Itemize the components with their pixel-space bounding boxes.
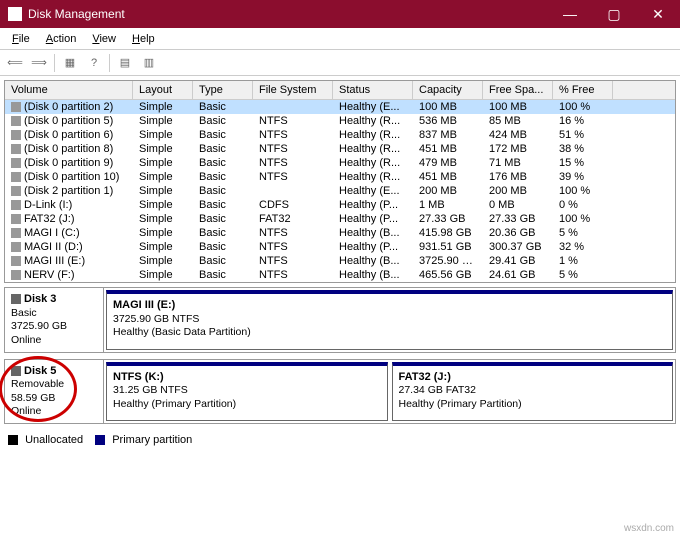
- volume-icon: [11, 242, 21, 252]
- disk-partitions: MAGI III (E:)3725.90 GB NTFSHealthy (Bas…: [104, 287, 676, 353]
- table-row[interactable]: (Disk 0 partition 6)SimpleBasicNTFSHealt…: [5, 128, 675, 142]
- volume-icon: [11, 144, 21, 154]
- menu-action[interactable]: Action: [38, 33, 85, 45]
- legend-primary-label: Primary partition: [112, 434, 192, 446]
- minimize-button[interactable]: —: [548, 0, 592, 28]
- volume-list: Volume Layout Type File System Status Ca…: [4, 80, 676, 283]
- table-row[interactable]: MAGI I (C:)SimpleBasicNTFSHealthy (B...4…: [5, 226, 675, 240]
- col-percent-free[interactable]: % Free: [553, 81, 613, 99]
- window-title: Disk Management: [28, 7, 125, 21]
- disk-icon: [11, 366, 21, 376]
- col-capacity[interactable]: Capacity: [413, 81, 483, 99]
- col-filesystem[interactable]: File System: [253, 81, 333, 99]
- volume-icon: [11, 172, 21, 182]
- col-type[interactable]: Type: [193, 81, 253, 99]
- view-bottom-button[interactable]: ▥: [138, 52, 160, 74]
- menubar: File Action View Help: [0, 28, 680, 50]
- legend-primary: Primary partition: [95, 434, 192, 446]
- maximize-button[interactable]: ▢: [592, 0, 636, 28]
- menu-file[interactable]: File: [4, 33, 38, 45]
- menu-view[interactable]: View: [84, 33, 124, 45]
- table-row[interactable]: (Disk 0 partition 8)SimpleBasicNTFSHealt…: [5, 142, 675, 156]
- titlebar: Disk Management — ▢ ✕: [0, 0, 680, 28]
- legend: Unallocated Primary partition: [4, 430, 676, 450]
- table-row[interactable]: NERV (F:)SimpleBasicNTFSHealthy (B...465…: [5, 268, 675, 282]
- toolbar: ⟸ ⟹ ▦ ? ▤ ▥: [0, 50, 680, 76]
- table-row[interactable]: MAGI II (D:)SimpleBasicNTFSHealthy (P...…: [5, 240, 675, 254]
- table-row[interactable]: (Disk 0 partition 10)SimpleBasicNTFSHeal…: [5, 170, 675, 184]
- disk-label[interactable]: Disk 5Removable58.59 GBOnline: [4, 359, 104, 425]
- close-button[interactable]: ✕: [636, 0, 680, 28]
- volume-icon: [11, 200, 21, 210]
- volume-icon: [11, 228, 21, 238]
- partition[interactable]: MAGI III (E:)3725.90 GB NTFSHealthy (Bas…: [106, 290, 673, 350]
- col-status[interactable]: Status: [333, 81, 413, 99]
- legend-unallocated-label: Unallocated: [25, 434, 83, 446]
- watermark: wsxdn.com: [624, 523, 674, 534]
- app-icon: [8, 7, 22, 21]
- table-row[interactable]: (Disk 0 partition 5)SimpleBasicNTFSHealt…: [5, 114, 675, 128]
- unallocated-swatch: [8, 435, 18, 445]
- legend-unallocated: Unallocated: [8, 434, 83, 446]
- partition[interactable]: NTFS (K:)31.25 GB NTFSHealthy (Primary P…: [106, 362, 388, 422]
- col-layout[interactable]: Layout: [133, 81, 193, 99]
- refresh-button[interactable]: ▦: [59, 52, 81, 74]
- col-volume[interactable]: Volume: [5, 81, 133, 99]
- partition[interactable]: FAT32 (J:)27.34 GB FAT32Healthy (Primary…: [392, 362, 674, 422]
- primary-partition-swatch: [95, 435, 105, 445]
- volume-icon: [11, 158, 21, 168]
- table-header: Volume Layout Type File System Status Ca…: [5, 81, 675, 100]
- disk-row: Disk 5Removable58.59 GBOnlineNTFS (K:)31…: [4, 359, 676, 425]
- volume-icon: [11, 130, 21, 140]
- disk-label[interactable]: Disk 3Basic3725.90 GBOnline: [4, 287, 104, 353]
- menu-help[interactable]: Help: [124, 33, 163, 45]
- view-top-button[interactable]: ▤: [114, 52, 136, 74]
- table-row[interactable]: (Disk 2 partition 1)SimpleBasicHealthy (…: [5, 184, 675, 198]
- table-row[interactable]: D-Link (I:)SimpleBasicCDFSHealthy (P...1…: [5, 198, 675, 212]
- table-row[interactable]: FAT32 (J:)SimpleBasicFAT32Healthy (P...2…: [5, 212, 675, 226]
- graphical-view: Disk 3Basic3725.90 GBOnlineMAGI III (E:)…: [4, 287, 676, 424]
- table-row[interactable]: (Disk 0 partition 2)SimpleBasicHealthy (…: [5, 100, 675, 114]
- table-row[interactable]: MAGI III (E:)SimpleBasicNTFSHealthy (B..…: [5, 254, 675, 268]
- disk-row: Disk 3Basic3725.90 GBOnlineMAGI III (E:)…: [4, 287, 676, 353]
- volume-icon: [11, 102, 21, 112]
- back-button[interactable]: ⟸: [4, 52, 26, 74]
- volume-icon: [11, 116, 21, 126]
- volume-icon: [11, 186, 21, 196]
- col-free-space[interactable]: Free Spa...: [483, 81, 553, 99]
- forward-button[interactable]: ⟹: [28, 52, 50, 74]
- help-toolbar-button[interactable]: ?: [83, 52, 105, 74]
- disk-partitions: NTFS (K:)31.25 GB NTFSHealthy (Primary P…: [104, 359, 676, 425]
- volume-icon: [11, 270, 21, 280]
- volume-icon: [11, 214, 21, 224]
- disk-icon: [11, 294, 21, 304]
- volume-icon: [11, 256, 21, 266]
- table-row[interactable]: (Disk 0 partition 9)SimpleBasicNTFSHealt…: [5, 156, 675, 170]
